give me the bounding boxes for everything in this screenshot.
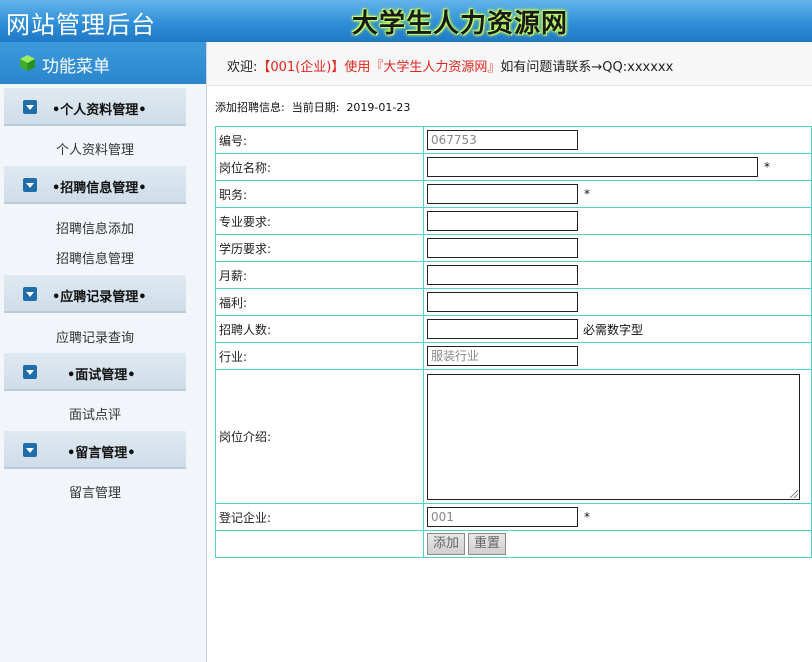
top-header: 网站管理后台 大学生人力资源网 [0,0,812,42]
form-row-id: 编号: 067753 [215,126,812,154]
menu-group-profile[interactable]: •个人资料管理• [4,88,186,126]
field-label: 编号: [215,126,424,154]
sidebar: 功能菜单 •个人资料管理• 个人资料管理 •招聘信息管理• 招聘信息添加 招聘信… [0,42,207,662]
industry-input[interactable]: 服装行业 [427,346,578,366]
welcome-use-label: 使用 [344,60,371,75]
field-label: 岗位介绍: [215,369,424,504]
expand-triangle-icon [23,365,37,379]
menu-title: 功能菜单 [42,57,110,77]
sidebar-item-recruit-add[interactable]: 招聘信息添加 [56,218,134,237]
sidebar-item-profile-manage[interactable]: 个人资料管理 [56,139,134,158]
expand-triangle-icon [23,100,37,114]
menu-group-application[interactable]: •应聘记录管理• [4,275,186,313]
sidebar-item-interview-review[interactable]: 面试点评 [69,404,121,423]
menu-group-label: •面试管理• [67,368,136,383]
welcome-contact: 如有问题请联系→QQ:xxxxxx [500,60,674,75]
sidebar-item-application-query[interactable]: 应聘记录查询 [56,327,134,346]
field-label: 学历要求: [215,234,424,262]
headcount-input[interactable] [427,319,578,339]
major-requirement-input[interactable] [427,211,578,231]
recruit-form-table: 编号: 067753 岗位名称: * 职务: * 专业要求: 学历要求: 月薪:… [215,126,812,558]
menu-group-label: •留言管理• [67,446,136,461]
menu-group-label: •招聘信息管理• [52,181,147,196]
site-brand-title: 大学生人力资源网 [352,9,569,39]
numeric-hint: 必需数字型 [583,322,644,337]
required-mark: * [584,510,590,524]
form-row-major: 专业要求: [215,207,812,235]
form-row-company: 登记企业: 001 * [215,503,812,531]
form-row-duty: 职务: * [215,180,812,208]
field-label: 招聘人数: [215,315,424,343]
form-caption: 添加招聘信息: 当前日期: 2019-01-23 [215,99,410,115]
id-input[interactable]: 067753 [427,130,578,150]
admin-title: 网站管理后台 [6,11,156,39]
menu-group-recruit[interactable]: •招聘信息管理• [4,166,186,204]
form-row-position: 岗位名称: * [215,153,812,181]
sidebar-item-message-manage[interactable]: 留言管理 [69,482,121,501]
position-intro-textarea[interactable] [427,373,800,500]
duty-input[interactable] [427,184,578,204]
field-label: 登记企业: [215,503,424,531]
field-label: 专业要求: [215,207,424,235]
expand-triangle-icon [23,178,37,192]
form-row-headcount: 招聘人数: 必需数字型 [215,315,812,343]
field-label: 岗位名称: [215,153,424,181]
form-row-intro: 岗位介绍: [215,369,812,504]
expand-triangle-icon [23,287,37,301]
field-label: 福利: [215,288,424,316]
add-button[interactable]: 添加 [427,533,466,555]
field-label: 行业: [215,342,424,370]
current-date-label: 当前日期: [291,101,340,114]
required-mark: * [584,187,590,201]
form-row-welfare: 福利: [215,288,812,316]
form-row-industry: 行业: 服装行业 [215,342,812,370]
menu-header: 功能菜单 [0,42,206,84]
reset-button[interactable]: 重置 [468,533,507,555]
menu-group-label: •个人资料管理• [52,103,147,118]
menu-group-label: •应聘记录管理• [52,290,147,305]
form-caption-label: 添加招聘信息: [215,101,285,114]
empty-cell [215,530,424,558]
welcome-site: 『大学生人力资源网』 [370,60,501,75]
welcome-prefix: 欢迎: [227,60,258,75]
sidebar-item-recruit-manage[interactable]: 招聘信息管理 [56,248,134,267]
salary-input[interactable] [427,265,578,285]
welcome-user: 【001(企业)】 [257,60,345,75]
required-mark: * [764,160,770,174]
company-input[interactable]: 001 [427,507,578,527]
form-row-education: 学历要求: [215,234,812,262]
cube-icon [20,55,35,71]
position-name-input[interactable] [427,157,758,177]
welfare-input[interactable] [427,292,578,312]
resize-grip-icon[interactable] [790,489,798,498]
expand-triangle-icon [23,443,37,457]
menu-group-message[interactable]: •留言管理• [4,431,186,469]
welcome-text: 欢迎:【001(企业)】使用『大学生人力资源网』如有问题请联系→QQ:xxxxx… [227,56,673,75]
current-date-value: 2019-01-23 [346,101,411,114]
field-label: 月薪: [215,261,424,289]
menu-group-interview[interactable]: •面试管理• [4,353,186,391]
form-row-actions: 添加 重置 [215,530,812,558]
welcome-bar: 欢迎:【001(企业)】使用『大学生人力资源网』如有问题请联系→QQ:xxxxx… [207,42,812,86]
education-requirement-input[interactable] [427,238,578,258]
field-label: 职务: [215,180,424,208]
form-row-salary: 月薪: [215,261,812,289]
